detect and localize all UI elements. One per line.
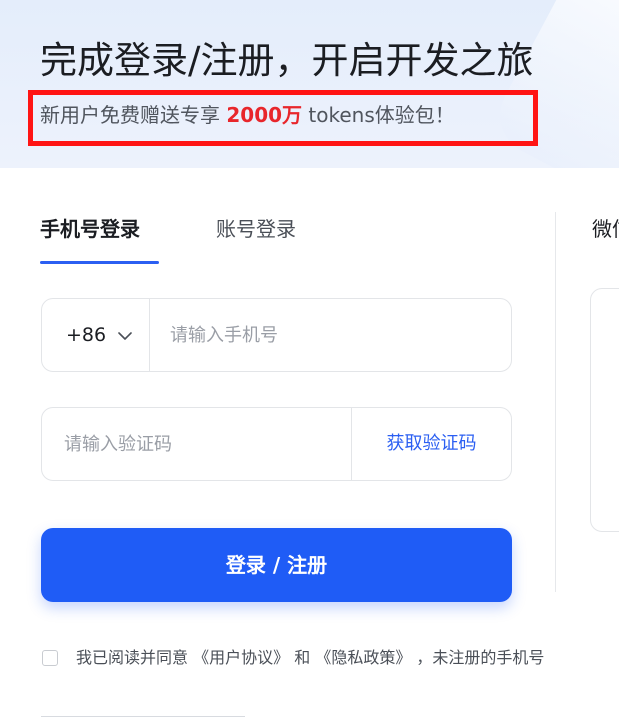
country-code-select[interactable]: +86 (42, 299, 150, 371)
login-page: 完成登录/注册，开启开发之旅 新用户免费赠送专享 2000万 tokens体验包… (0, 0, 619, 720)
page-title: 完成登录/注册，开启开发之旅 (40, 39, 534, 82)
verification-code-input[interactable] (64, 408, 344, 480)
verification-code-field: 获取验证码 (41, 407, 512, 481)
tab-account-login[interactable]: 账号登录 (216, 214, 296, 244)
promo-highlight-box (28, 90, 538, 146)
chevron-down-icon (118, 332, 132, 340)
agreement-text-1: 我已阅读并同意 (76, 648, 189, 667)
agreement-text: 我已阅读并同意 《用户协议》 和 《隐私政策》 ，未注册的手机号 (76, 646, 544, 670)
agreement-checkbox[interactable] (42, 650, 58, 666)
wechat-login-title: 微信 (592, 217, 619, 241)
get-code-button[interactable]: 获取验证码 (351, 408, 511, 480)
agreement-text-2: 和 (289, 648, 316, 667)
agreement-text-3: ，未注册的手机号 (411, 648, 545, 667)
tab-phone-login[interactable]: 手机号登录 (40, 214, 140, 244)
phone-field: +86 (41, 298, 512, 372)
wechat-qr-panel (590, 288, 619, 532)
phone-input[interactable] (170, 299, 490, 371)
privacy-policy-link[interactable]: 《隐私政策》 (315, 648, 411, 667)
user-agreement-link[interactable]: 《用户协议》 (193, 648, 289, 667)
country-code-value: +86 (66, 324, 107, 346)
vertical-divider (555, 212, 556, 592)
bottom-divider (41, 716, 245, 717)
login-register-button[interactable]: 登录 / 注册 (41, 528, 512, 602)
active-tab-indicator (40, 261, 159, 264)
